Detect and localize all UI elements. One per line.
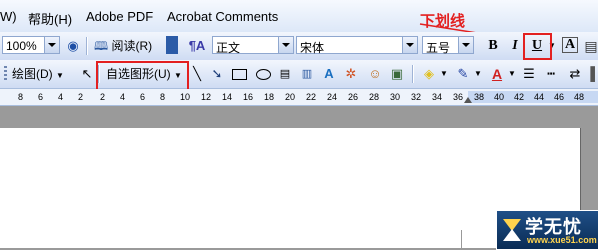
ruler-tick-label: 6 <box>38 92 44 102</box>
document-page[interactable] <box>0 128 581 248</box>
draw-menu-button[interactable]: 绘图(D) ▼ <box>12 64 64 84</box>
ruler-tick-label: 30 <box>390 92 401 102</box>
chevron-down-icon[interactable]: ▼ <box>440 65 448 83</box>
toolbar-separator <box>412 65 414 83</box>
font-color-icon[interactable]: A <box>488 65 506 83</box>
italic-button[interactable]: I <box>506 37 524 55</box>
line-tool-icon[interactable]: ╲ <box>188 65 206 83</box>
horizontal-ruler: 8 6 4 2 2 4 6 8 10 12 14 16 18 20 22 24 … <box>0 89 598 106</box>
ruler-tick-label: 42 <box>514 92 525 102</box>
chevron-down-icon <box>402 37 417 53</box>
zoom-value: 100% <box>6 39 37 53</box>
chevron-down-icon <box>278 37 293 53</box>
ruler-tick-label: 26 <box>348 92 359 102</box>
arrow-tool-icon[interactable]: ➘ <box>208 65 226 83</box>
character-border-button[interactable]: A <box>562 37 578 53</box>
ruler-tick-label: 20 <box>285 92 296 102</box>
clipart-icon[interactable]: ☺ <box>366 65 384 83</box>
chevron-down-icon: ▼ <box>56 71 64 80</box>
chevron-down-icon[interactable]: ▼ <box>508 65 516 83</box>
watermark-url: www.xue51.com <box>527 235 597 245</box>
ruler-tick-label: 36 <box>453 92 464 102</box>
ruler-tick-label: 10 <box>180 92 191 102</box>
bold-button[interactable]: B <box>484 37 502 55</box>
ruler-tick-label: 14 <box>222 92 233 102</box>
toolbar-overflow-button[interactable] <box>166 36 178 54</box>
ruler-tick-label: 4 <box>58 92 64 102</box>
rectangle-tool-icon[interactable] <box>230 65 248 83</box>
ruler-tick-label: 8 <box>18 92 24 102</box>
ruler-tick-label: 48 <box>574 92 585 102</box>
ruler-tick-label: 44 <box>534 92 545 102</box>
formatting-toolbar: 100% ◉ 🕮 阅读(R) ¶A 正文 宋体 五号 B I U ▼ A ▤ <box>0 32 598 61</box>
ruler-tick-label: 2 <box>100 92 106 102</box>
margin-corner-mark <box>461 230 484 249</box>
ruler-tick-label: 34 <box>432 92 443 102</box>
watermark-logo: 学无忧 www.xue51.com <box>496 210 598 250</box>
dash-style-icon[interactable]: ┅ <box>542 65 560 83</box>
style-select[interactable]: 正文 <box>212 36 294 55</box>
picture-icon[interactable]: ▣ <box>388 65 406 83</box>
wordart-icon[interactable]: A <box>320 65 338 83</box>
vertical-text-box-icon[interactable]: ▥ <box>298 65 316 83</box>
toolbar-separator <box>86 37 88 55</box>
logo-mark-icon <box>503 219 521 241</box>
zoom-select[interactable]: 100% <box>2 36 60 54</box>
chevron-down-icon <box>44 37 59 53</box>
font-value: 宋体 <box>300 41 325 55</box>
ruler-tick-label: 16 <box>243 92 254 102</box>
ruler-tick-label: 4 <box>120 92 126 102</box>
underline-highlight-box <box>523 33 552 60</box>
read-button-label: 阅读(R) <box>111 39 153 53</box>
text-box-icon[interactable]: ▤ <box>276 65 294 83</box>
shadow-style-icon[interactable]: ▌ <box>586 65 598 83</box>
ruler-tick-label: 12 <box>201 92 212 102</box>
ruler-tick-label: 8 <box>160 92 166 102</box>
ruler-tick-label: 46 <box>554 92 565 102</box>
drawing-toolbar: 绘图(D) ▼ ↖ 自选图形(U) ▼ ╲ ➘ ▤ ▥ A ✲ ☺ ▣ ◈ ▼ … <box>0 60 598 89</box>
more-options-icon[interactable]: ▤ <box>582 37 598 55</box>
font-select[interactable]: 宋体 <box>296 36 418 55</box>
ruler-tick-label: 28 <box>369 92 380 102</box>
ruler-tick-label: 32 <box>411 92 422 102</box>
line-style-icon[interactable]: ☰ <box>520 65 538 83</box>
read-button[interactable]: 🕮 阅读(R) <box>94 36 152 56</box>
size-select[interactable]: 五号 <box>422 36 474 55</box>
oval-tool-icon[interactable] <box>254 65 272 83</box>
ruler-tick-label: 22 <box>306 92 317 102</box>
diagram-icon[interactable]: ✲ <box>342 65 360 83</box>
line-color-icon[interactable]: ✎ <box>454 65 472 83</box>
chevron-down-icon[interactable]: ▼ <box>474 65 482 83</box>
select-pointer-icon[interactable]: ↖ <box>78 65 96 83</box>
ruler-tick-label: 38 <box>474 92 485 102</box>
ruler-tick-label: 40 <box>494 92 505 102</box>
draw-menu-label: 绘图(D) <box>12 67 53 81</box>
arrow-style-icon[interactable]: ⇄ <box>566 65 584 83</box>
size-value: 五号 <box>426 41 451 55</box>
style-icon[interactable]: ¶A <box>188 37 206 55</box>
fill-color-icon[interactable]: ◈ <box>420 65 438 83</box>
right-indent-marker[interactable] <box>464 97 472 103</box>
style-value: 正文 <box>216 41 241 55</box>
ruler-tick-label: 2 <box>78 92 84 102</box>
ruler-tick-label: 18 <box>264 92 275 102</box>
ruler-tick-label: 24 <box>327 92 338 102</box>
toolbar-grip[interactable] <box>4 66 7 82</box>
chevron-down-icon <box>458 37 473 53</box>
ruler-tick-label: 6 <box>140 92 146 102</box>
book-icon: 🕮 <box>94 39 109 53</box>
help-icon[interactable]: ◉ <box>64 37 82 55</box>
